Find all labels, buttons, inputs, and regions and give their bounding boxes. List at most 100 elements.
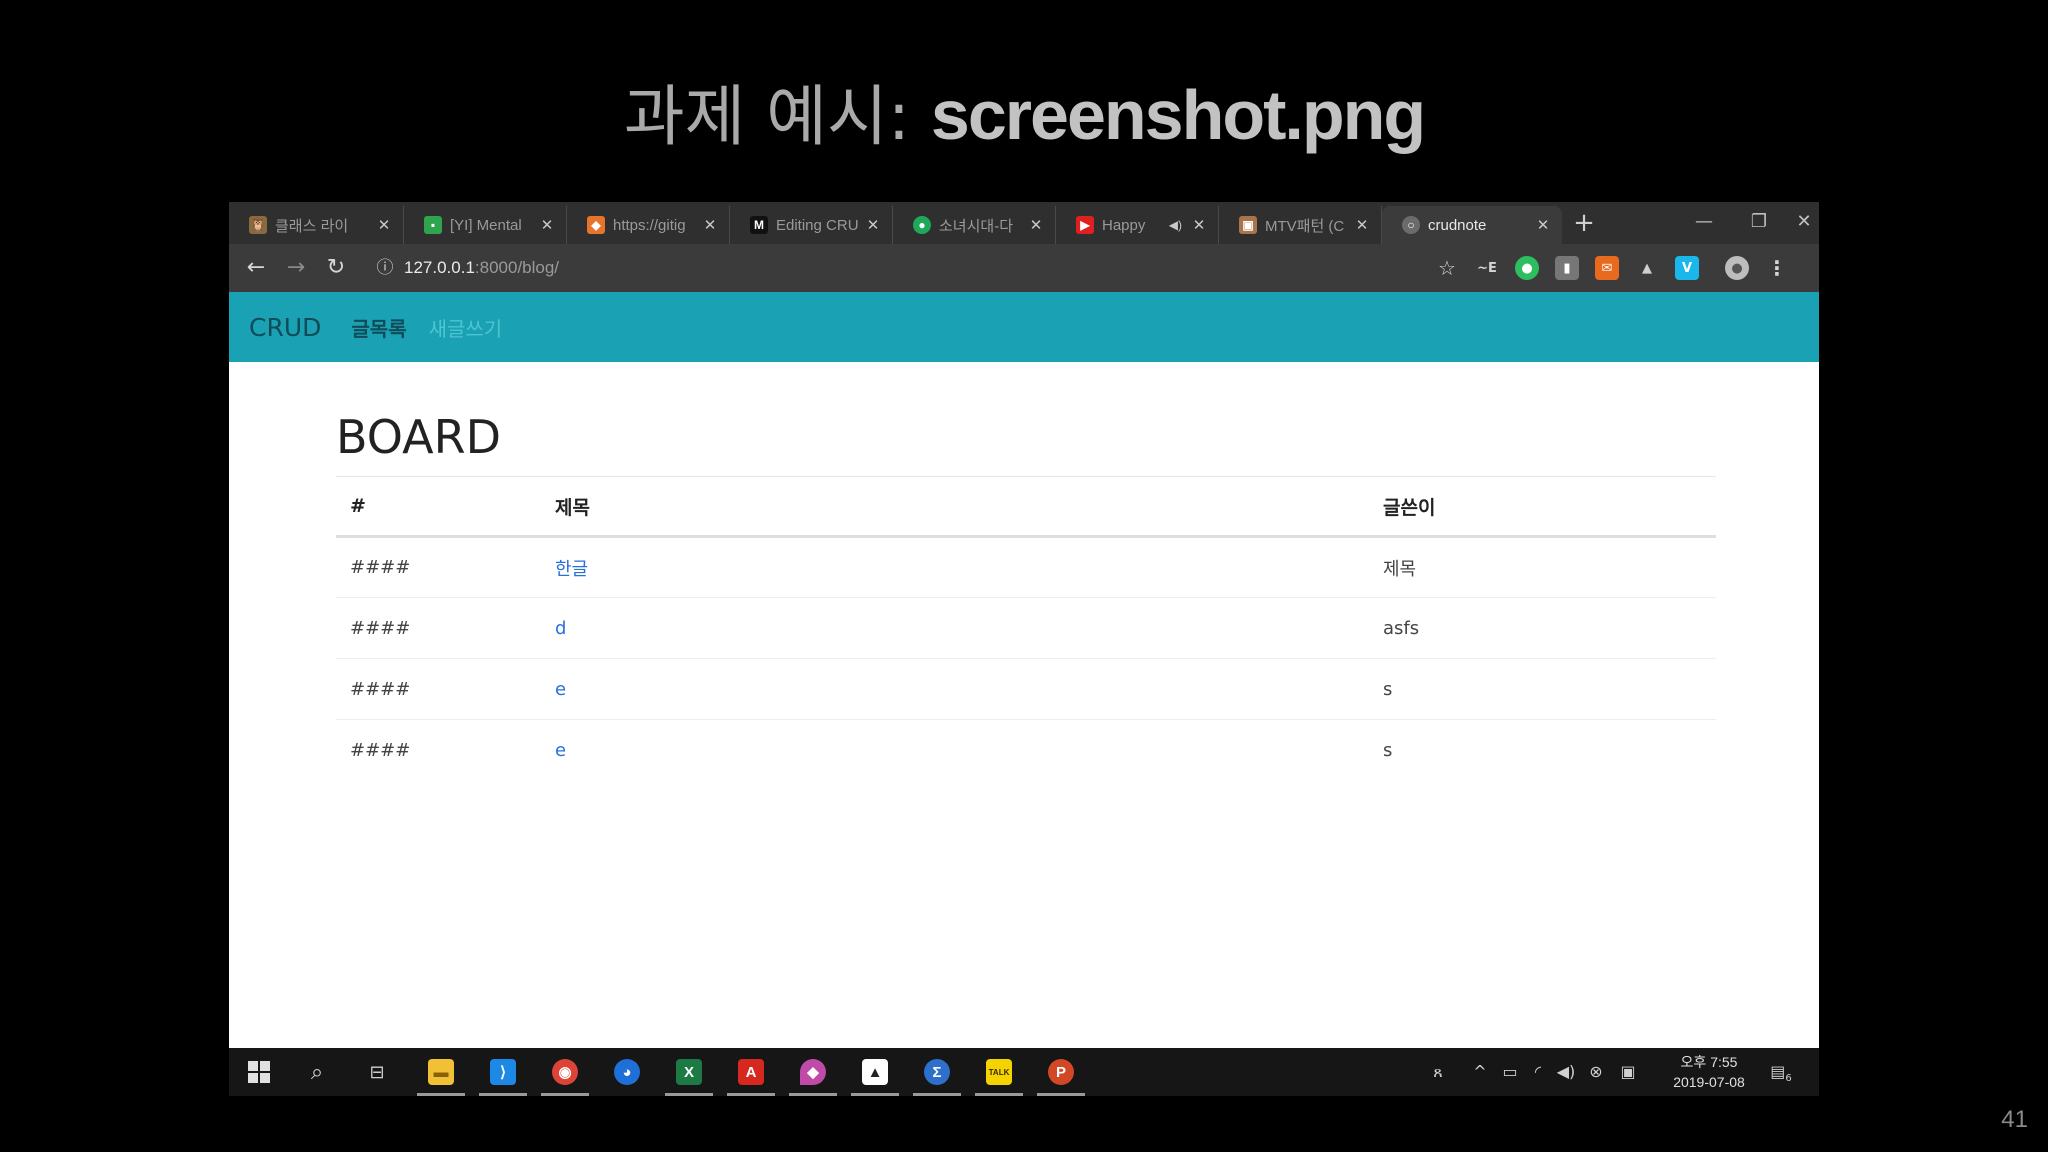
restore-icon[interactable]: ❐ xyxy=(1734,204,1784,240)
board-content: BOARD # 제목 글쓴이 #### 한글 제목 #### d asfs ##… xyxy=(336,402,1716,781)
translate-icon[interactable]: ~E xyxy=(1475,256,1499,280)
owl-icon: 🦉 xyxy=(249,216,267,234)
post-title-link[interactable]: e xyxy=(555,740,566,761)
post-title-link[interactable]: 한글 xyxy=(555,559,588,580)
battery-icon[interactable]: ▭ xyxy=(1497,1060,1523,1084)
gitlab-icon: ◆ xyxy=(587,216,605,234)
tab-2[interactable]: ▪ [YI] Mental ✕ xyxy=(404,206,567,244)
youtube-icon: ▶ xyxy=(1076,216,1094,234)
row-title-cell: 한글 xyxy=(541,536,1369,598)
post-title-link[interactable]: d xyxy=(555,618,566,639)
task-view-icon[interactable]: ⊟ xyxy=(359,1056,395,1088)
acrobat-icon[interactable]: A xyxy=(727,1056,775,1096)
tab-6[interactable]: ▶ Happy ◀) ✕ xyxy=(1056,206,1219,244)
navbar-brand[interactable]: CRUD xyxy=(249,313,321,342)
tab-label: [YI] Mental xyxy=(450,216,522,234)
close-icon[interactable]: ✕ xyxy=(1190,216,1208,234)
profile-avatar-icon[interactable]: ● xyxy=(1725,256,1749,280)
table-header-row: # 제목 글쓴이 xyxy=(336,476,1716,538)
vscode-icon[interactable]: ⟩ xyxy=(479,1056,527,1096)
reader-icon[interactable]: ▮ xyxy=(1555,256,1579,280)
tab-4[interactable]: M Editing CRU ✕ xyxy=(730,206,893,244)
table-row: #### d asfs xyxy=(336,597,1716,659)
close-icon[interactable]: ✕ xyxy=(1534,216,1552,234)
nav-link-list[interactable]: 글목록 xyxy=(351,313,406,342)
clock-date: 2019-07-08 xyxy=(1673,1074,1745,1090)
row-author: 제목 xyxy=(1369,536,1716,598)
row-title-cell: e xyxy=(541,720,1369,781)
kakaotalk-icon[interactable]: TALK xyxy=(975,1056,1023,1096)
row-number: #### xyxy=(350,739,411,761)
melon-icon: ● xyxy=(913,216,931,234)
tab-label: MTV패턴 (C xyxy=(1265,217,1345,235)
window-close-icon[interactable]: ✕ xyxy=(1789,204,1819,240)
tab-label: 소녀시대-다 xyxy=(939,217,1013,235)
slide-title-korean: 과제 예시: xyxy=(623,78,931,155)
windows-start-icon[interactable] xyxy=(241,1056,277,1088)
people-icon[interactable]: ጸ xyxy=(1425,1060,1451,1084)
column-header-number: # xyxy=(336,476,541,538)
tab-strip: 🦉 클래스 라이 ✕ ▪ [YI] Mental ✕ ◆ https://git… xyxy=(229,202,1819,244)
forward-arrow-icon[interactable]: → xyxy=(279,251,313,285)
tab-1[interactable]: 🦉 클래스 라이 ✕ xyxy=(229,206,404,244)
table-row: #### 한글 제목 xyxy=(336,536,1716,598)
tab-active-crudnote[interactable]: ○ crudnote ✕ xyxy=(1382,206,1562,244)
notification-center-icon[interactable]: ▤6 xyxy=(1765,1060,1797,1084)
system-clock[interactable]: 오후 7:55 2019-07-08 xyxy=(1667,1052,1751,1092)
chat-icon: ▪ xyxy=(424,216,442,234)
photos-icon[interactable]: ▲ xyxy=(851,1056,899,1096)
drive-icon[interactable]: ▲ xyxy=(1635,256,1659,280)
slide-page-number: 41 xyxy=(2001,1106,2028,1133)
slide-title: 과제 예시: screenshot.png xyxy=(0,70,2048,160)
speaker-icon[interactable]: ◀) xyxy=(1169,218,1182,232)
tab-5[interactable]: ● 소녀시대-다 ✕ xyxy=(893,206,1056,244)
address-toolbar: ← → ↻ ⓘ 127.0.0.1:8000/blog/ ☆ ~E ● ▮ ✉ … xyxy=(229,244,1819,292)
evernote-icon[interactable]: ● xyxy=(1515,256,1539,280)
url-path: :8000/blog/ xyxy=(474,258,560,277)
row-title-cell: e xyxy=(541,658,1369,720)
row-title-cell: d xyxy=(541,597,1369,659)
close-icon[interactable]: ✕ xyxy=(701,216,719,234)
star-icon[interactable]: ☆ xyxy=(1435,256,1459,280)
close-icon[interactable]: ✕ xyxy=(375,216,393,234)
file-explorer-icon[interactable]: ▬ xyxy=(417,1056,465,1096)
reload-icon[interactable]: ↻ xyxy=(319,251,353,285)
close-icon[interactable]: ✕ xyxy=(864,216,882,234)
browser-window: 🦉 클래스 라이 ✕ ▪ [YI] Mental ✕ ◆ https://git… xyxy=(229,202,1819,1096)
url-host: 127.0.0.1 xyxy=(404,258,475,277)
close-icon[interactable]: ✕ xyxy=(538,216,556,234)
close-icon[interactable]: ✕ xyxy=(1027,216,1045,234)
table-row: #### e s xyxy=(336,658,1716,720)
close-icon[interactable]: ✕ xyxy=(1353,216,1371,234)
post-title-link[interactable]: e xyxy=(555,679,566,700)
url-field[interactable]: 127.0.0.1:8000/blog/ xyxy=(404,256,559,280)
powerpoint-icon[interactable]: P xyxy=(1037,1056,1085,1096)
tab-3[interactable]: ◆ https://gitig ✕ xyxy=(567,206,730,244)
chevron-up-icon[interactable]: ^ xyxy=(1467,1060,1493,1084)
row-author: asfs xyxy=(1369,597,1716,659)
maps-pin-icon[interactable]: ◆ xyxy=(789,1056,837,1096)
wifi-icon[interactable]: ◜ xyxy=(1525,1060,1551,1084)
volume-icon[interactable]: ◀) xyxy=(1553,1060,1579,1084)
excel-icon[interactable]: X xyxy=(665,1056,713,1096)
back-arrow-icon[interactable]: ← xyxy=(239,251,273,285)
search-icon[interactable]: ⌕ xyxy=(299,1056,335,1088)
table-row: #### e s xyxy=(336,720,1716,781)
slide-title-filename: screenshot.png xyxy=(930,76,1426,154)
new-tab-button[interactable]: + xyxy=(1569,208,1599,238)
ime-icon[interactable]: ▣ xyxy=(1615,1060,1641,1084)
mail-icon[interactable]: ✉ xyxy=(1595,256,1619,280)
site-info-icon[interactable]: ⓘ xyxy=(373,256,397,280)
status-x-icon[interactable]: ⊗ xyxy=(1583,1060,1609,1084)
menu-kebab-icon[interactable]: ⋮ xyxy=(1765,256,1789,280)
minimize-icon[interactable]: — xyxy=(1679,204,1729,240)
row-number: #### xyxy=(336,597,541,659)
medium-icon: M xyxy=(750,216,768,234)
tab-label: crudnote xyxy=(1428,216,1487,234)
sigma-icon[interactable]: Σ xyxy=(913,1056,961,1096)
firefox-icon[interactable]: ◕ xyxy=(609,1056,645,1088)
nav-link-new-post[interactable]: 새글쓰기 xyxy=(429,313,503,342)
chrome-icon[interactable]: ◉ xyxy=(541,1056,589,1096)
tab-7[interactable]: ▣ MTV패턴 (C ✕ xyxy=(1219,206,1382,244)
vimeo-icon[interactable]: V xyxy=(1675,256,1699,280)
